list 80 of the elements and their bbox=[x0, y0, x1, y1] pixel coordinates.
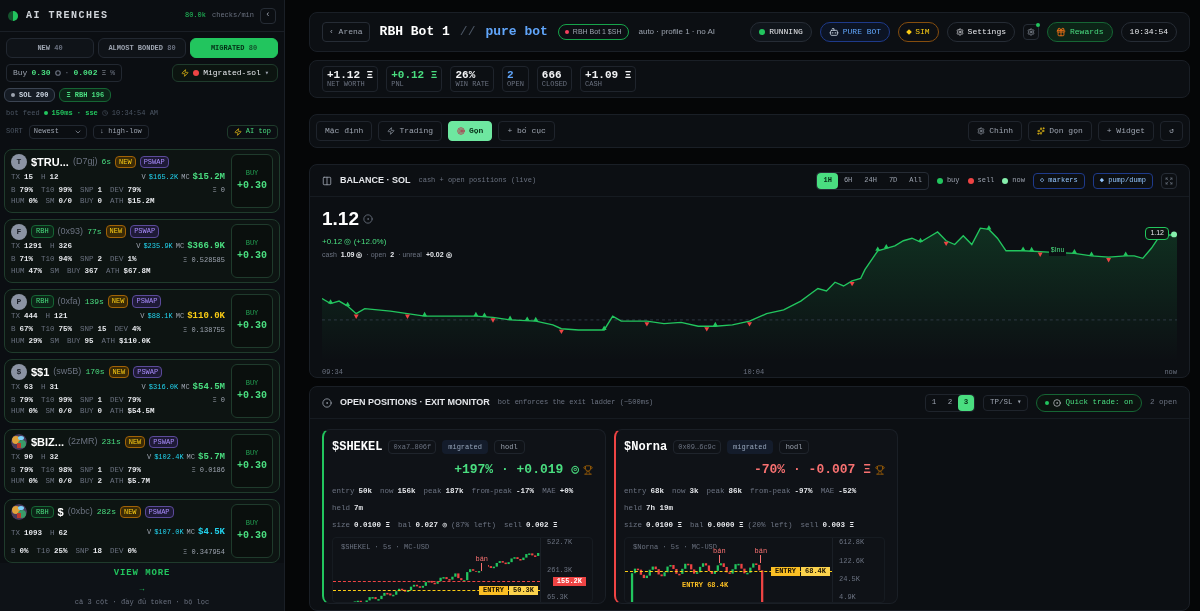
bolt-icon bbox=[387, 127, 396, 135]
balance-change: +0.12 ◎ (+12.0%) bbox=[322, 235, 388, 248]
token-age: 6s bbox=[101, 155, 112, 168]
settings-icon bbox=[977, 127, 986, 135]
bot-name: RBH Bot 1 bbox=[379, 23, 450, 42]
token-avatar: F bbox=[11, 223, 27, 240]
token-name: $BIZ... bbox=[31, 434, 64, 450]
token-age: 139s bbox=[84, 295, 104, 308]
layout-action[interactable]: Chỉnh bbox=[968, 121, 1023, 141]
stat-value: 2 bbox=[507, 70, 515, 81]
coin-icon bbox=[54, 70, 61, 76]
layout-tab[interactable]: Gọn bbox=[448, 121, 493, 141]
layout-action[interactable]: + Widget bbox=[1097, 121, 1155, 141]
back-button[interactable]: ‹ Arena bbox=[322, 22, 370, 42]
token-code: (0x93) bbox=[57, 224, 84, 238]
token-avatar: $ bbox=[11, 363, 27, 380]
sparkle-icon bbox=[1037, 127, 1046, 135]
pnl-value: -70% · -0.007 Ξ bbox=[753, 461, 871, 479]
token-name: $$1 bbox=[31, 364, 50, 380]
title-divider: // bbox=[459, 23, 476, 42]
clock-icon bbox=[101, 110, 108, 117]
stat-value: +1.12 Ξ bbox=[327, 70, 374, 81]
stat-value: +0.12 Ξ bbox=[391, 70, 438, 81]
token-avatar: T bbox=[11, 153, 27, 170]
market-cap-value: $54.5M bbox=[192, 380, 225, 394]
stat-value: 666 bbox=[541, 70, 563, 81]
buy-amount-field[interactable]: Buy 0.30 · 0.002 Ξ % bbox=[6, 64, 123, 82]
small-settings-button[interactable] bbox=[1023, 24, 1039, 40]
token-code: (2zMR) bbox=[68, 435, 98, 448]
token-code: (0xfa) bbox=[57, 294, 81, 308]
layout-action[interactable]: Dọn gọn bbox=[1028, 121, 1092, 141]
market-cap-value: $110.0K bbox=[187, 310, 225, 324]
market-cap-value: $366.9K bbox=[187, 240, 225, 254]
rewards-button[interactable]: Rewards bbox=[1047, 22, 1113, 42]
bot-mode: pure bot bbox=[485, 23, 548, 42]
token-age: 170s bbox=[85, 365, 105, 378]
status-badge: RUNNING bbox=[750, 22, 812, 42]
profile-label: auto · profile 1 · no AI bbox=[638, 26, 715, 38]
collapse-button[interactable]: ‹ bbox=[260, 7, 276, 24]
stat-value: 26% bbox=[455, 70, 477, 81]
token-avatar: P bbox=[11, 293, 27, 310]
logo-icon bbox=[8, 10, 18, 21]
trophy-icon bbox=[583, 464, 593, 475]
expand-icon bbox=[1165, 176, 1173, 185]
stat-value: +1.09 Ξ bbox=[585, 70, 632, 81]
panel-title: OPEN POSITIONS · EXIT MONITOR bbox=[340, 395, 490, 409]
settings-icon bbox=[1027, 28, 1035, 36]
gift-icon bbox=[1056, 27, 1066, 37]
market-cap-value: $4.5K bbox=[198, 526, 225, 540]
bolt-icon bbox=[233, 127, 242, 136]
coin-icon bbox=[363, 214, 373, 225]
layout-action[interactable]: ↺ bbox=[1160, 121, 1183, 141]
token-name: $TRU... bbox=[31, 154, 69, 170]
token-age: 77s bbox=[87, 225, 102, 238]
panel-title: BALANCE · SOL bbox=[340, 173, 411, 187]
position-symbol: $SHEKEL bbox=[332, 439, 383, 456]
pnl-value: +197% · +0.019 ◎ bbox=[454, 461, 579, 479]
balance-value: 1.12 bbox=[322, 207, 359, 231]
settings-icon bbox=[955, 28, 964, 36]
token-code: (0xbc) bbox=[67, 505, 93, 518]
layout-tab[interactable]: Trading bbox=[378, 121, 442, 141]
market-cap-value: $5.7M bbox=[198, 450, 225, 464]
target-icon bbox=[457, 127, 465, 135]
columns-icon bbox=[322, 175, 332, 186]
token-name: $ bbox=[57, 504, 64, 520]
bot-type-badge: PURE BOT bbox=[819, 22, 891, 42]
market-cap-value: $15.2M bbox=[192, 170, 225, 184]
token-code: (D7gj) bbox=[72, 155, 98, 168]
arrow-glyph: → bbox=[139, 582, 145, 595]
bolt-icon bbox=[181, 69, 190, 77]
layout-tab[interactable]: Mặc định bbox=[316, 121, 373, 141]
position-symbol: $Norna bbox=[624, 439, 668, 456]
view-more-button[interactable]: VIEW MORE bbox=[113, 567, 171, 581]
token-code: (sw5B) bbox=[53, 365, 82, 378]
layout-tab[interactable]: + bố cục bbox=[498, 121, 555, 141]
trophy-icon bbox=[875, 464, 885, 475]
sidebar-title: AI TRENCHES bbox=[26, 9, 109, 23]
robot-icon bbox=[828, 27, 839, 37]
token-age: 282s bbox=[96, 505, 116, 518]
token-age: 231s bbox=[101, 435, 121, 448]
